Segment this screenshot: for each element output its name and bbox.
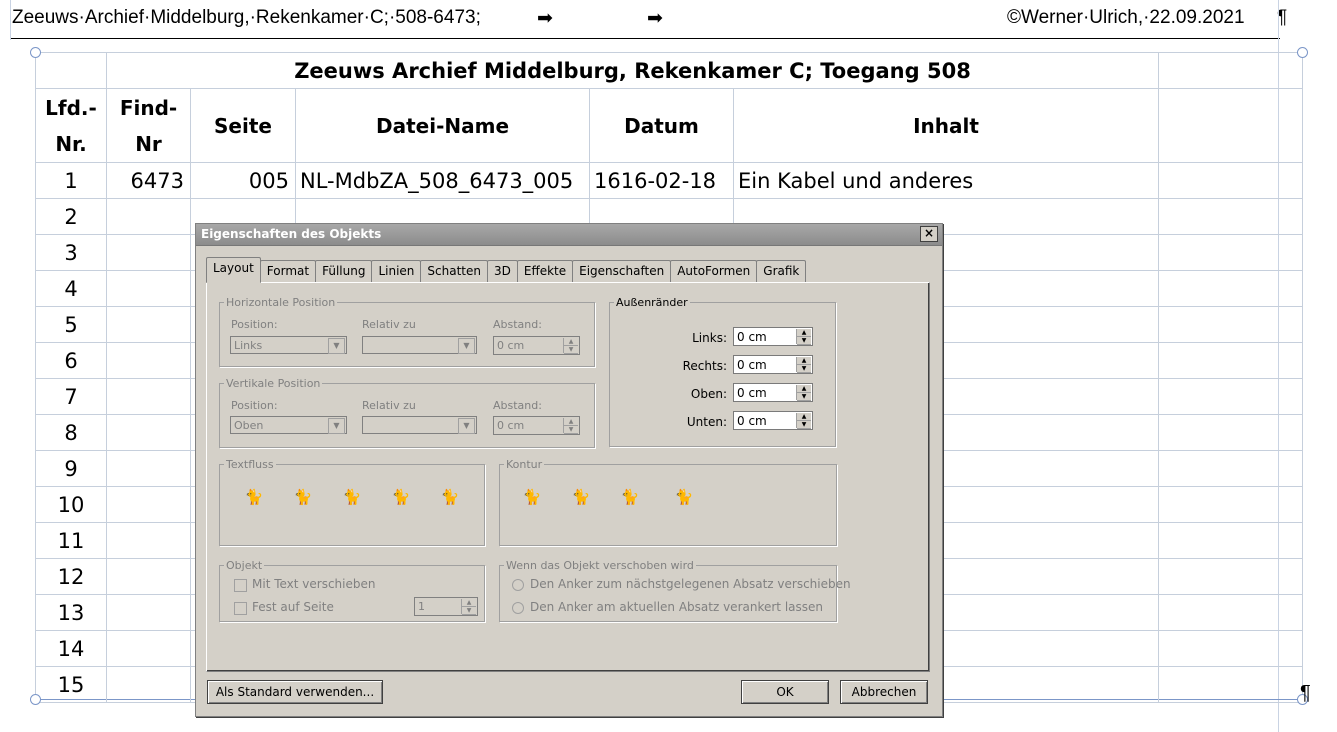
selection-handle[interactable] <box>30 694 41 705</box>
tab-schatten[interactable]: Schatten <box>420 260 488 282</box>
header-inhalt: Inhalt <box>733 88 1159 163</box>
wrap-through-icon[interactable]: 🐈 <box>390 486 412 508</box>
tab-effekte[interactable]: Effekte <box>516 260 574 282</box>
h-relativ-label: Relativ zu <box>362 318 416 331</box>
v-position-label: Position: <box>231 399 278 412</box>
contour-icon[interactable]: 🐈 <box>521 486 543 508</box>
tab-arrow-1: ➡ <box>537 8 553 29</box>
anchor-keep-label: Den Anker am aktuellen Absatz verankert … <box>530 600 823 614</box>
wrap-right-icon[interactable]: 🐈 <box>341 486 363 508</box>
tab-arrow-2: ➡ <box>647 8 663 29</box>
header-datum: Datum <box>589 88 734 163</box>
header-lfd: Lfd.- Nr. <box>35 88 107 163</box>
header-datei: Datei-Name <box>295 88 590 163</box>
fest-auf-seite-label: Fest auf Seite <box>252 600 334 614</box>
chevron-down-icon: ▼ <box>458 338 475 354</box>
selection-handle[interactable] <box>30 47 41 58</box>
mit-text-checkbox[interactable] <box>234 579 247 592</box>
table-title: Zeeuws Archief Middelburg, Rekenkamer C;… <box>106 52 1159 89</box>
margin-unten-input[interactable]: 0 cm ▲ ▼ <box>733 411 813 430</box>
v-position-select[interactable]: Oben ▼ <box>230 416 347 434</box>
tab-eigenschaften[interactable]: Eigenschaften <box>572 260 672 282</box>
wrap-none-icon[interactable]: 🐈 <box>243 486 265 508</box>
contour-icon[interactable]: 🐈 <box>673 486 695 508</box>
margin-rechts-input[interactable]: 0 cm ▲ ▼ <box>733 355 813 374</box>
v-relativ-label: Relativ zu <box>362 399 416 412</box>
kontur-group: Kontur <box>499 458 837 546</box>
tab-format[interactable]: Format <box>259 260 317 282</box>
v-abstand-label: Abstand: <box>493 399 542 412</box>
margin-oben-label: Oben: <box>690 387 727 401</box>
margin-links-label: Links: <box>692 331 727 345</box>
h-abstand-label: Abstand: <box>493 318 542 331</box>
v-abstand-spinner[interactable]: 0 cm ▲ ▼ <box>493 416 580 435</box>
header-left-text: Zeeuws·Archief·Middelburg,·Rekenkamer·C;… <box>12 7 481 28</box>
page-number-spinner[interactable]: 1 ▲ ▼ <box>414 597 478 616</box>
wrap-left-icon[interactable]: 🐈 <box>292 486 314 508</box>
wrap-parallel-icon[interactable]: 🐈 <box>439 486 461 508</box>
contour-icon[interactable]: 🐈 <box>570 486 592 508</box>
chevron-down-icon: ▼ <box>328 338 345 354</box>
tab-autoformen[interactable]: AutoFormen <box>670 260 758 282</box>
horizontal-position-group: Horizontale Position <box>219 296 595 367</box>
anchor-keep-radio[interactable] <box>512 602 524 614</box>
tab-layout[interactable]: Layout <box>206 257 261 283</box>
table-row: 1 6473 005 NL-MdbZA_508_6473_005 1616-02… <box>35 162 1303 199</box>
set-default-button[interactable]: Als Standard verwenden... <box>207 680 383 704</box>
chevron-down-icon: ▼ <box>458 418 475 434</box>
object-properties-dialog: Eigenschaften des Objekts × Layout Forma… <box>195 223 943 717</box>
contour-icon[interactable]: 🐈 <box>619 486 641 508</box>
tab-linien[interactable]: Linien <box>371 260 422 282</box>
h-position-select[interactable]: Links ▼ <box>230 336 347 354</box>
margin-guide <box>10 0 11 40</box>
tab-strip: Layout Format Füllung Linien Schatten 3D… <box>206 257 807 283</box>
h-abstand-spinner[interactable]: 0 cm ▲ ▼ <box>493 336 580 355</box>
selection-handle[interactable] <box>1297 47 1308 58</box>
v-relativ-select[interactable]: ▼ <box>362 416 477 434</box>
h-relativ-select[interactable]: ▼ <box>362 336 477 354</box>
page-header: Zeeuws·Archief·Middelburg,·Rekenkamer·C;… <box>10 0 1287 39</box>
h-position-label: Position: <box>231 318 278 331</box>
close-icon[interactable]: × <box>920 226 938 242</box>
mit-text-label: Mit Text verschieben <box>252 577 376 591</box>
anchor-move-radio[interactable] <box>512 579 524 591</box>
layout-panel: Horizontale Position Position: Relativ z… <box>206 282 930 672</box>
margin-rechts-label: Rechts: <box>682 359 727 373</box>
tab-grafik[interactable]: Grafik <box>756 260 807 282</box>
vertical-position-group: Vertikale Position <box>219 377 595 448</box>
tab-3d[interactable]: 3D <box>486 260 518 282</box>
header-find: Find- Nr <box>106 88 191 163</box>
header-right-text: ©Werner·Ulrich,·22.09.2021 <box>1007 7 1245 28</box>
paragraph-mark: ¶ <box>1300 682 1311 704</box>
anchor-move-label: Den Anker zum nächstgelegenen Absatz ver… <box>530 577 851 591</box>
header-seite: Seite <box>190 88 296 163</box>
margin-oben-input[interactable]: 0 cm ▲ ▼ <box>733 383 813 402</box>
chevron-down-icon: ▼ <box>328 418 345 434</box>
tab-fuellung[interactable]: Füllung <box>315 260 373 282</box>
fest-auf-seite-checkbox[interactable] <box>234 602 247 615</box>
margin-unten-label: Unten: <box>686 415 727 429</box>
cancel-button[interactable]: Abbrechen <box>840 680 928 704</box>
ok-button[interactable]: OK <box>741 680 829 704</box>
dialog-title: Eigenschaften des Objekts <box>196 224 942 246</box>
margin-links-input[interactable]: 0 cm ▲ ▼ <box>733 327 813 346</box>
